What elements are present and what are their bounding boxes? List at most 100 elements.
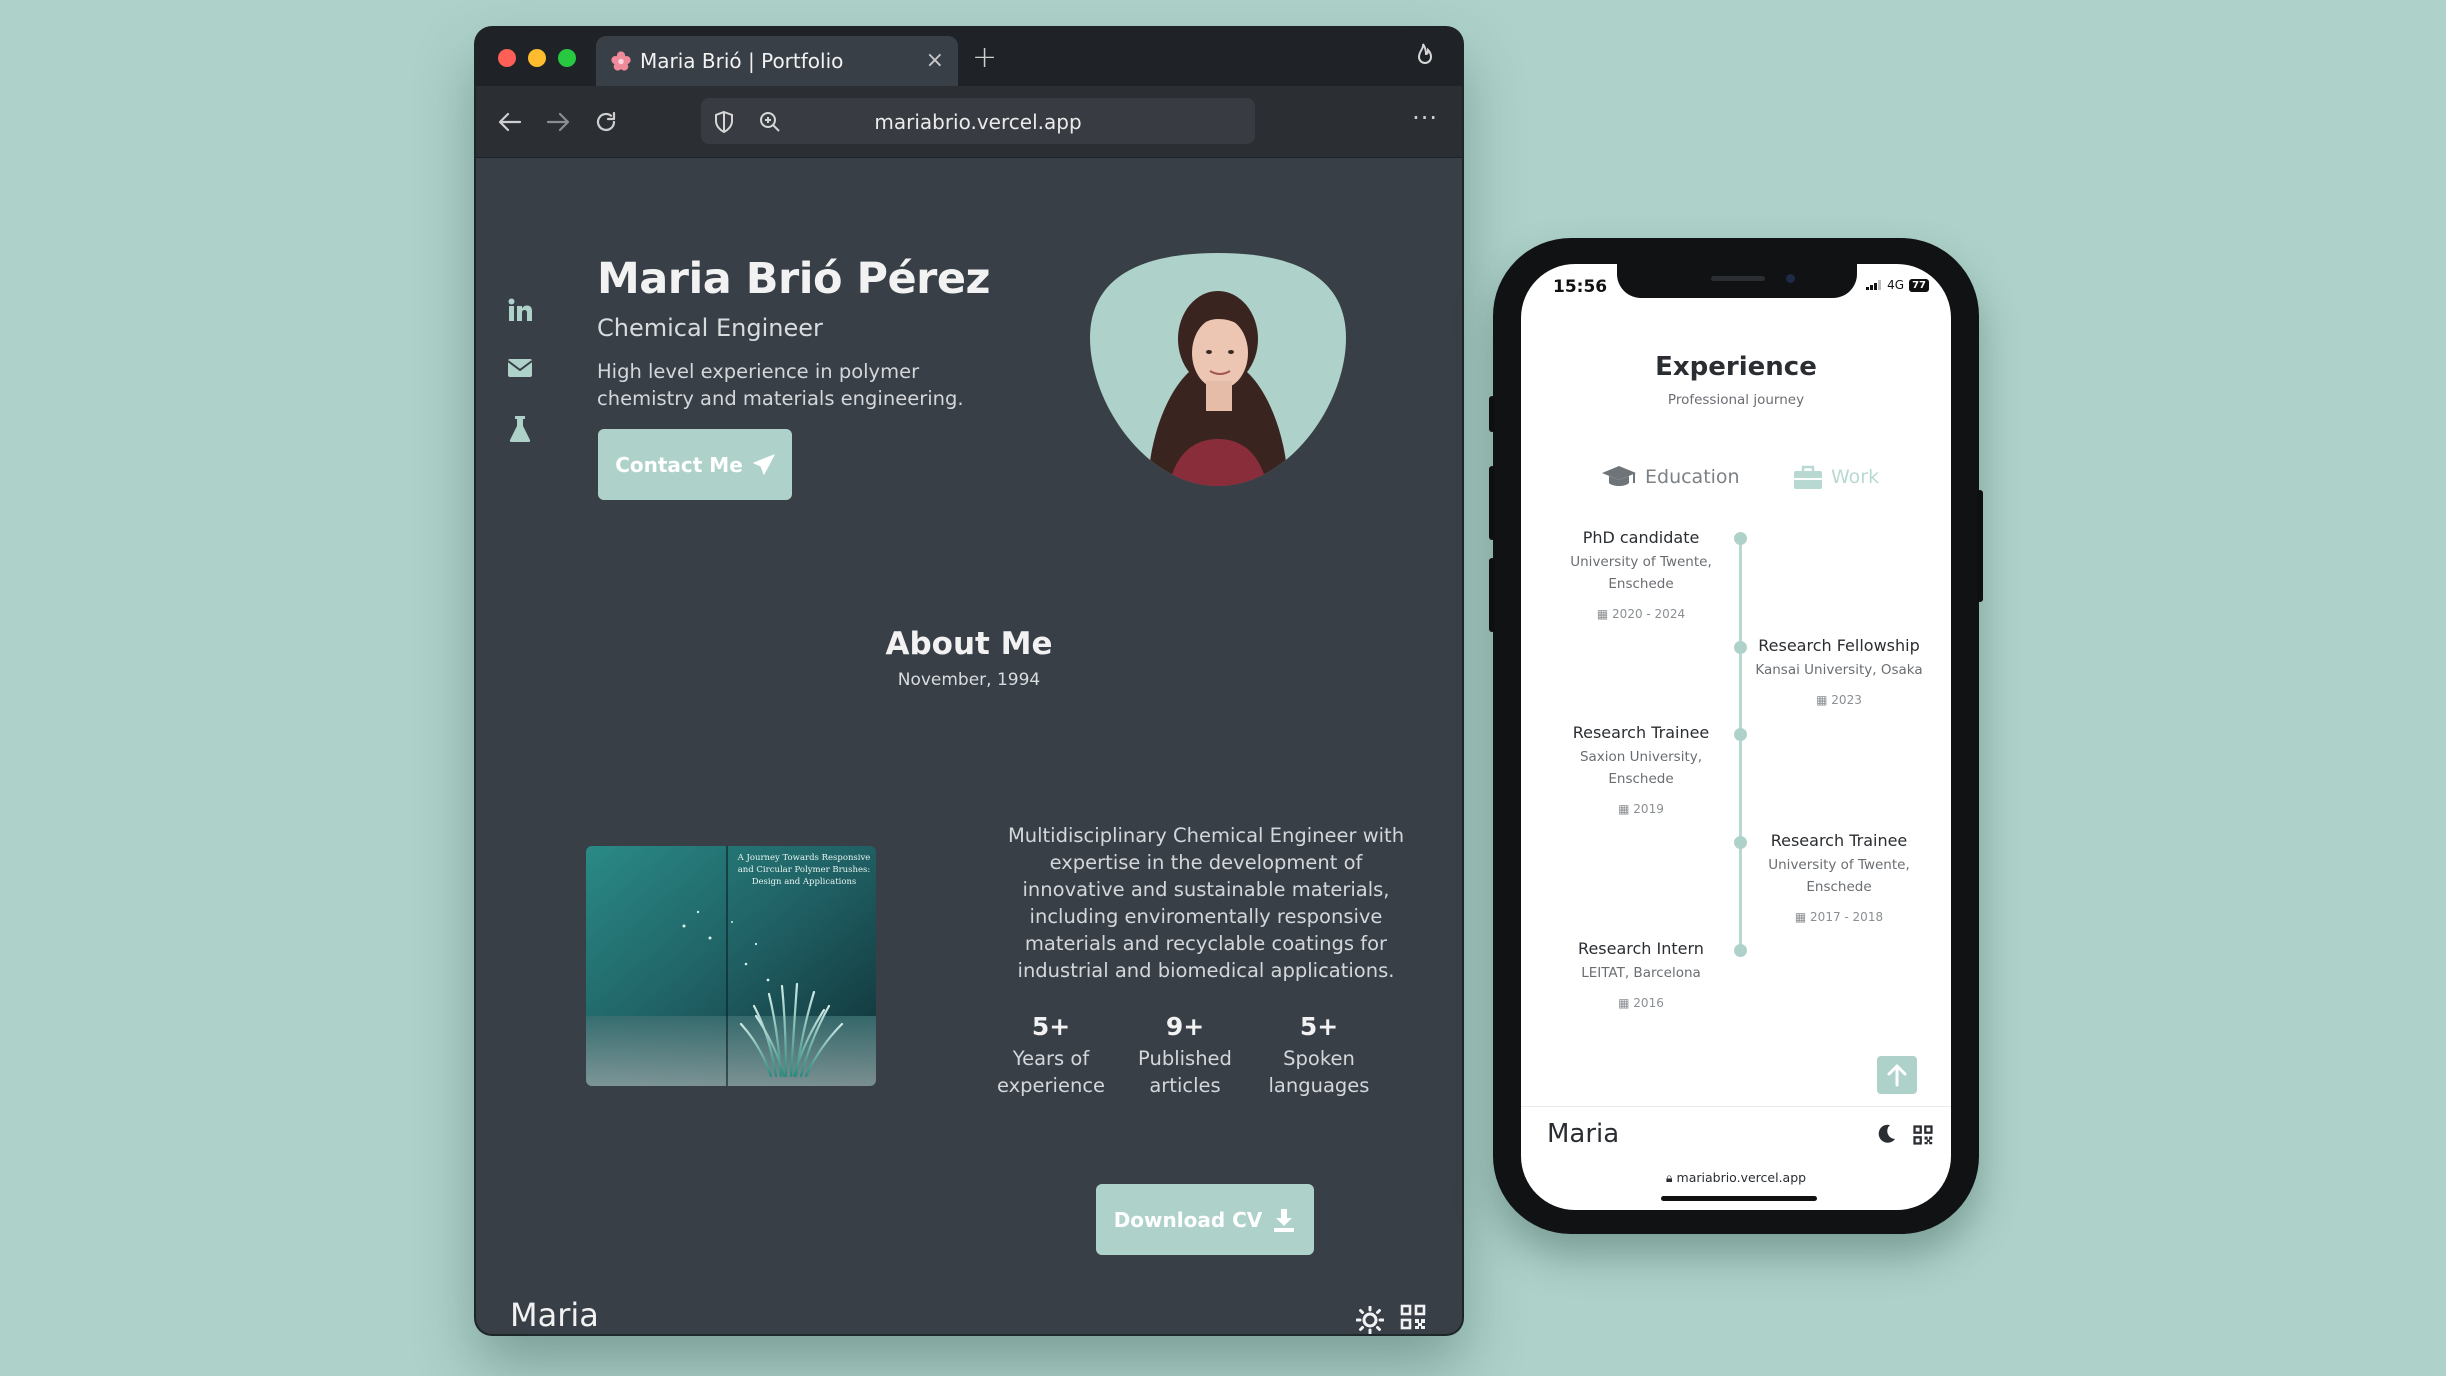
thesis-cover-image: A Journey Towards Responsive and Circula… (586, 846, 876, 1086)
event-date: ▦ 2023 (1816, 693, 1862, 707)
battery-level: 77 (1909, 278, 1929, 292)
download-icon (1274, 1208, 1295, 1232)
tab-work[interactable]: Work (1793, 464, 1879, 490)
about-title: About Me (885, 626, 1053, 662)
stat-label: Published articles (1138, 1047, 1232, 1097)
event-org: Saxion University, Enschede (1579, 749, 1703, 787)
network-label: 4G (1887, 278, 1905, 292)
stat-number: 5+ (1299, 1012, 1339, 1041)
reload-icon[interactable] (592, 108, 620, 136)
timeline-item: Research Trainee University of Twente, E… (1746, 831, 1932, 924)
back-arrow-icon[interactable] (496, 108, 524, 136)
contact-me-label: Contact Me (615, 452, 743, 477)
timeline-item: Research Fellowship Kansai University, O… (1746, 636, 1932, 707)
profile-photo (1090, 253, 1346, 486)
event-title: Research Fellowship (1758, 636, 1920, 655)
graduation-cap-icon (1602, 466, 1636, 486)
calendar-icon: ▦ (1816, 693, 1832, 707)
maximize-window-button[interactable] (558, 49, 576, 67)
event-date: ▦ 2020 - 2024 (1596, 607, 1686, 621)
stat-articles: 9+ Published articles (1120, 1012, 1250, 1099)
phone-footer: Maria (1521, 1106, 1951, 1162)
flask-icon[interactable] (506, 414, 534, 444)
qr-code-icon[interactable] (1913, 1125, 1933, 1145)
tab-education-label: Education (1645, 466, 1740, 488)
forward-arrow-icon[interactable] (544, 108, 572, 136)
calendar-icon: ▦ (1794, 910, 1811, 924)
url-text: mariabrio.vercel.app (874, 110, 1082, 134)
stat-label: Years of experience (996, 1047, 1106, 1097)
calendar-icon: ▦ (1596, 607, 1613, 621)
stat-languages: 5+ Spoken languages (1254, 1012, 1384, 1099)
hero-description: High level experience in polymer chemist… (597, 360, 964, 410)
timeline-item: PhD candidate University of Twente, Ensc… (1556, 528, 1726, 621)
tab-education[interactable]: Education (1601, 464, 1740, 490)
timeline-item: Research Intern LEITAT, Barcelona ▦ 2016 (1556, 939, 1726, 1010)
stat-number: 5+ (1031, 1012, 1071, 1041)
tab-portfolio[interactable]: Maria Brió | Portfolio × (596, 36, 958, 86)
phone-url-bar[interactable]: 🔒︎ mariabrio.vercel.app (1521, 1170, 1951, 1186)
address-bar[interactable]: mariabrio.vercel.app (701, 98, 1255, 144)
firefox-view-icon[interactable] (1410, 42, 1436, 72)
more-menu-icon[interactable]: ··· (1412, 104, 1438, 132)
nav-bar: mariabrio.vercel.app ··· (476, 86, 1462, 158)
about-date: November, 1994 (897, 670, 1041, 690)
svg-text:and Circular Polymer Brushes:: and Circular Polymer Brushes: (738, 865, 871, 875)
timeline-item: Research Trainee Saxion University, Ensc… (1556, 723, 1726, 816)
timeline-dot (1734, 728, 1747, 741)
experience-subtitle: Professional journey (1667, 392, 1805, 408)
tab-work-label: Work (1831, 466, 1880, 488)
timeline-dot (1734, 944, 1747, 957)
download-cv-label: Download CV (1113, 1207, 1263, 1232)
qr-code-icon[interactable] (1400, 1304, 1426, 1330)
event-org: LEITAT, Barcelona (1581, 965, 1701, 981)
phone-screen: 15:56 4G 77 Experience Professional jour… (1521, 264, 1951, 1210)
close-window-button[interactable] (498, 49, 516, 67)
briefcase-icon (1794, 465, 1822, 489)
event-org: University of Twente, Enschede (1768, 857, 1910, 895)
stat-label: Spoken languages (1268, 1047, 1370, 1097)
signal-icon (1866, 280, 1882, 290)
event-title: Research Trainee (1572, 723, 1710, 742)
event-org: Kansai University, Osaka (1755, 662, 1923, 678)
new-tab-button[interactable]: + (972, 40, 997, 75)
home-indicator[interactable] (1661, 1196, 1817, 1201)
sun-icon[interactable] (1356, 1306, 1384, 1334)
event-date: ▦ 2016 (1618, 996, 1664, 1010)
status-bar: 4G 77 (1866, 278, 1929, 292)
stat-number: 9+ (1165, 1012, 1205, 1041)
event-org: University of Twente, Enschede (1570, 554, 1712, 592)
status-time: 15:56 (1553, 277, 1608, 297)
phone-brand[interactable]: Maria (1547, 1119, 1619, 1149)
experience-title: Experience (1655, 352, 1817, 382)
event-date: ▦ 2017 - 2018 (1794, 910, 1884, 924)
linkedin-icon[interactable] (506, 296, 534, 324)
phone-notch (1617, 264, 1857, 298)
arrow-up-icon (1887, 1064, 1907, 1087)
tab-title: Maria Brió | Portfolio (640, 49, 844, 73)
lock-icon: 🔒︎ (1665, 1170, 1677, 1185)
minimize-window-button[interactable] (528, 49, 546, 67)
about-text: Multidisciplinary Chemical Engineer with… (1007, 824, 1405, 982)
stat-experience: 5+ Years of experience (986, 1012, 1116, 1099)
svg-text:A Journey Towards Responsive: A Journey Towards Responsive (737, 853, 871, 863)
browser-window: Maria Brió | Portfolio × + mariabrio.ver… (476, 28, 1462, 1334)
calendar-icon: ▦ (1618, 996, 1634, 1010)
tab-close-icon[interactable]: × (926, 48, 944, 73)
download-cv-button[interactable]: Download CV (1096, 1184, 1314, 1255)
mail-icon[interactable] (506, 356, 534, 380)
timeline-dot (1734, 532, 1747, 545)
svg-text:Design and Applications: Design and Applications (752, 877, 857, 887)
tab-bar: Maria Brió | Portfolio × + (476, 28, 1462, 86)
moon-icon[interactable] (1875, 1123, 1897, 1145)
event-title: Research Intern (1578, 939, 1704, 958)
flower-icon (611, 51, 631, 71)
timeline-line (1739, 538, 1742, 950)
scroll-top-button[interactable] (1877, 1056, 1917, 1094)
calendar-icon: ▦ (1618, 802, 1634, 816)
send-icon (753, 453, 775, 475)
page-content: Maria Brió Pérez Chemical Engineer High … (476, 158, 1462, 1334)
contact-me-button[interactable]: Contact Me (598, 429, 792, 500)
footer-brand[interactable]: Maria (510, 1296, 599, 1334)
phone-device: 15:56 4G 77 Experience Professional jour… (1489, 238, 1983, 1234)
